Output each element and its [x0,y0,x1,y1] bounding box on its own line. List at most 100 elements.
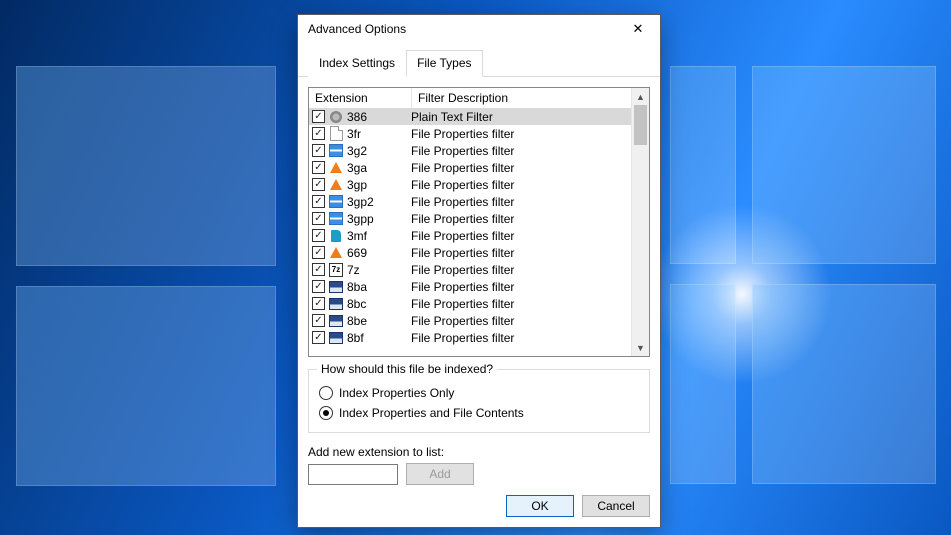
radio-properties-only[interactable]: Index Properties Only [319,386,639,400]
window-title: Advanced Options [308,22,618,36]
description-cell: File Properties filter [405,314,631,328]
close-icon: ✕ [633,21,644,37]
file-type-icon [328,161,344,175]
file-types-list[interactable]: Extension Filter Description ✓386Plain T… [308,87,650,357]
ok-button[interactable]: OK [506,495,574,517]
file-type-icon: 7z [328,263,344,277]
checkbox[interactable]: ✓ [312,161,325,174]
table-row[interactable]: ✓3gpFile Properties filter [309,176,631,193]
extension-cell: 3fr [347,127,405,141]
tab-file-types[interactable]: File Types [406,50,482,77]
vertical-scrollbar[interactable]: ▲ ▼ [631,88,649,356]
file-type-icon [328,246,344,260]
description-cell: File Properties filter [405,212,631,226]
description-cell: File Properties filter [405,127,631,141]
table-row[interactable]: ✓ 669File Properties filter [309,244,631,261]
table-row[interactable]: ✓8beFile Properties filter [309,312,631,329]
add-button[interactable]: Add [406,463,474,485]
description-cell: File Properties filter [405,280,631,294]
table-row[interactable]: ✓ 3mfFile Properties filter [309,227,631,244]
extension-cell: 3gpp [347,212,405,226]
file-type-icon [328,280,344,294]
bg-pane [752,66,936,264]
close-button[interactable]: ✕ [618,15,658,43]
advanced-options-dialog: Advanced Options ✕ Index Settings File T… [297,14,661,528]
checkbox[interactable]: ✓ [312,280,325,293]
tab-index-settings[interactable]: Index Settings [308,50,406,77]
description-cell: File Properties filter [405,331,631,345]
checkbox[interactable]: ✓ [312,195,325,208]
file-type-icon [328,314,344,328]
description-cell: File Properties filter [405,229,631,243]
add-extension-row: Add [308,463,650,485]
file-type-icon [328,195,344,209]
tab-content: Extension Filter Description ✓386Plain T… [298,77,660,485]
button-label: Cancel [597,499,634,513]
description-cell: File Properties filter [405,246,631,260]
description-cell: Plain Text Filter [405,110,631,124]
checkbox[interactable]: ✓ [312,110,325,123]
index-mode-group: How should this file be indexed? Index P… [308,369,650,433]
table-row[interactable]: ✓ 3g2File Properties filter [309,142,631,159]
checkbox[interactable]: ✓ [312,246,325,259]
extension-cell: 3g2 [347,144,405,158]
extension-cell: 8bf [347,331,405,345]
dialog-footer: OK Cancel [298,485,660,527]
file-type-icon [328,297,344,311]
group-title: How should this file be indexed? [317,362,497,376]
file-type-icon [328,144,344,158]
button-label: OK [531,499,548,513]
description-cell: File Properties filter [405,263,631,277]
description-cell: File Properties filter [405,161,631,175]
column-header-extension[interactable]: Extension [309,88,412,108]
bg-pane [752,284,936,484]
extension-cell: 8ba [347,280,405,294]
checkbox[interactable]: ✓ [312,297,325,310]
table-row[interactable]: ✓ 3gp2File Properties filter [309,193,631,210]
scroll-thumb[interactable] [634,105,647,145]
add-extension-label: Add new extension to list: [308,445,650,459]
radio-icon [319,386,333,400]
bg-pane [16,286,276,486]
extension-cell: 3gp2 [347,195,405,209]
bg-pane [670,66,736,264]
extension-cell: 3gp [347,178,405,192]
extension-cell: 669 [347,246,405,260]
cancel-button[interactable]: Cancel [582,495,650,517]
checkbox[interactable]: ✓ [312,263,325,276]
titlebar: Advanced Options ✕ [298,15,660,43]
table-row[interactable]: ✓ 8bfFile Properties filter [309,329,631,346]
description-cell: File Properties filter [405,297,631,311]
checkbox[interactable]: ✓ [312,144,325,157]
table-row[interactable]: ✓ 3frFile Properties filter [309,125,631,142]
table-row[interactable]: ✓ 3gppFile Properties filter [309,210,631,227]
checkbox[interactable]: ✓ [312,127,325,140]
add-extension-input[interactable] [308,464,398,485]
table-row[interactable]: ✓386Plain Text Filter [309,108,631,125]
table-row[interactable]: ✓7z7zFile Properties filter [309,261,631,278]
desktop-background: Advanced Options ✕ Index Settings File T… [0,0,951,535]
bg-pane [16,66,276,266]
checkbox[interactable]: ✓ [312,331,325,344]
radio-properties-and-contents[interactable]: Index Properties and File Contents [319,406,639,420]
bg-pane [670,284,736,484]
table-row[interactable]: ✓ 8baFile Properties filter [309,278,631,295]
file-type-icon [328,127,344,141]
button-label: Add [429,467,450,481]
description-cell: File Properties filter [405,195,631,209]
table-row[interactable]: ✓3gaFile Properties filter [309,159,631,176]
list-inner: Extension Filter Description ✓386Plain T… [309,88,631,356]
description-cell: File Properties filter [405,144,631,158]
list-header: Extension Filter Description [309,88,631,109]
checkbox[interactable]: ✓ [312,178,325,191]
scroll-up-arrow-icon[interactable]: ▲ [632,88,649,105]
checkbox[interactable]: ✓ [312,314,325,327]
column-header-description[interactable]: Filter Description [412,88,631,108]
extension-cell: 3mf [347,229,405,243]
radio-icon [319,406,333,420]
file-type-icon [328,178,344,192]
table-row[interactable]: ✓8bcFile Properties filter [309,295,631,312]
checkbox[interactable]: ✓ [312,229,325,242]
checkbox[interactable]: ✓ [312,212,325,225]
scroll-down-arrow-icon[interactable]: ▼ [632,339,649,356]
